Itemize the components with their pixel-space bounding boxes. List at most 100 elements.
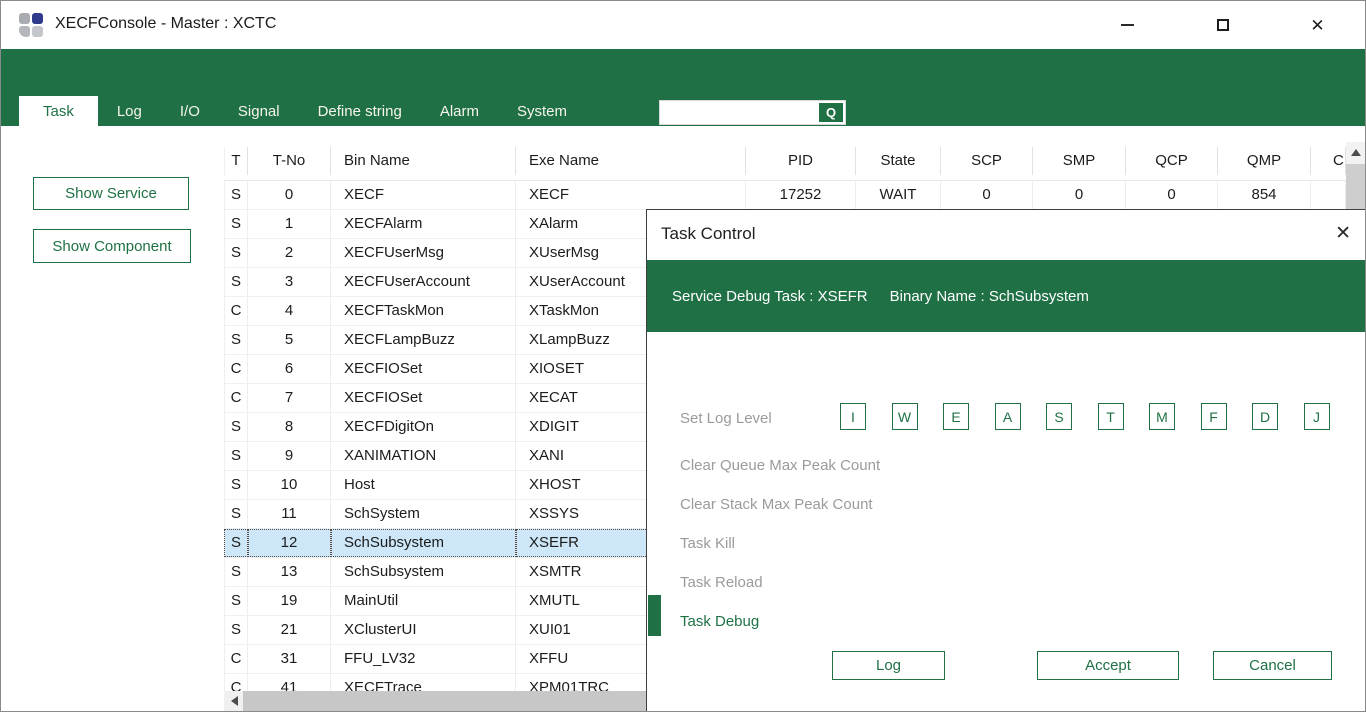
cell-no: 9 [248,442,331,470]
cell-t: C [224,297,248,325]
cell-bin: XECFAlarm [331,210,516,238]
cell-t: S [224,239,248,267]
log-level-button-j[interactable]: J [1304,403,1330,430]
column-header-exe-name[interactable]: Exe Name [516,147,746,175]
cell-bin: SchSystem [331,500,516,528]
cell-t: C [224,384,248,412]
log-level-button-i[interactable]: I [840,403,866,430]
set-log-level-label[interactable]: Set Log Level [680,410,772,427]
cell-no: 0 [248,181,331,209]
column-header-scp[interactable]: SCP [941,147,1033,175]
column-header-t-no[interactable]: T-No [248,147,331,175]
maximize-icon [1217,19,1229,31]
cell-scp: 0 [941,181,1033,209]
cell-bin: XECFLampBuzz [331,326,516,354]
cell-qcp: 0 [1126,181,1218,209]
log-level-button-f[interactable]: F [1201,403,1227,430]
column-header-qcp[interactable]: QCP [1126,147,1218,175]
window-controls: ✕ [1080,1,1365,49]
close-icon: ✕ [1310,17,1324,34]
log-level-button-t[interactable]: T [1098,403,1124,430]
search-input[interactable] [660,101,818,124]
task-control-dialog: Task Control ✕ Service Debug Task : XSEF… [646,209,1366,712]
cell-no: 4 [248,297,331,325]
cell-no: 6 [248,355,331,383]
log-level-button-w[interactable]: W [892,403,918,430]
cell-pid: 17252 [746,181,856,209]
cell-bin: XECFUserAccount [331,268,516,296]
window-title: XECFConsole - Master : XCTC [55,15,276,33]
cell-t: S [224,326,248,354]
log-button[interactable]: Log [832,651,945,680]
cell-bin: MainUtil [331,587,516,615]
cell-no: 19 [248,587,331,615]
cell-state: WAIT [856,181,941,209]
tab-define-string[interactable]: Define string [299,96,421,127]
menu-item-clear-stack-max-peak-count[interactable]: Clear Stack Max Peak Count [680,496,873,513]
cancel-button[interactable]: Cancel [1213,651,1332,680]
dialog-close-icon[interactable]: ✕ [1335,222,1351,245]
tab-signal[interactable]: Signal [219,96,299,127]
dialog-title-bar: Task Control ✕ [647,210,1365,260]
show-component-button[interactable]: Show Component [33,229,191,263]
menu-item-task-debug[interactable]: Task Debug [680,613,759,630]
menu-item-task-reload[interactable]: Task Reload [680,574,763,591]
app-window: XECFConsole - Master : XCTC ✕ TaskLogI/O… [0,0,1366,712]
cell-t: S [224,268,248,296]
horizontal-scroll-thumb[interactable] [243,691,648,712]
cell-no: 2 [248,239,331,267]
column-header-state[interactable]: State [856,147,941,175]
active-menu-indicator [648,595,661,636]
column-header-pid[interactable]: PID [746,147,856,175]
tab-i-o[interactable]: I/O [161,96,219,127]
maximize-button[interactable] [1175,1,1270,49]
menu-item-task-kill[interactable]: Task Kill [680,535,735,552]
table-header-row: TT-NoBin NameExe NamePIDStateSCPSMPQCPQM… [224,147,1346,175]
column-header-qmp[interactable]: QMP [1218,147,1311,175]
cell-qmp: 854 [1218,181,1311,209]
accept-button[interactable]: Accept [1037,651,1179,680]
cell-t: S [224,616,248,644]
cell-no: 21 [248,616,331,644]
tab-log[interactable]: Log [98,96,161,127]
cell-t: C [224,645,248,673]
binary-name-label: Binary Name : SchSubsystem [890,288,1089,305]
cell-bin: XECF [331,181,516,209]
log-level-button-a[interactable]: A [995,403,1021,430]
table-row[interactable]: S0XECFXECF17252WAIT000854 [224,181,1346,210]
log-level-button-d[interactable]: D [1252,403,1278,430]
cell-bin: XECFTaskMon [331,297,516,325]
cell-t: S [224,558,248,586]
column-header-t[interactable]: T [224,147,248,175]
minimize-icon [1121,24,1134,26]
column-header-bin-name[interactable]: Bin Name [331,147,516,175]
cell-t: S [224,413,248,441]
search-button[interactable]: Q [818,102,844,123]
cell-bin: XECFIOSet [331,355,516,383]
cell-bin: XECFUserMsg [331,239,516,267]
column-header-c[interactable]: C [1311,147,1346,175]
log-level-button-s[interactable]: S [1046,403,1072,430]
cell-exe: XECF [516,181,746,209]
close-button[interactable]: ✕ [1270,1,1365,49]
cell-no: 13 [248,558,331,586]
dialog-banner: Service Debug Task : XSEFR Binary Name :… [647,260,1365,332]
cell-t: S [224,529,248,557]
minimize-button[interactable] [1080,1,1175,49]
cell-bin: XECFDigitOn [331,413,516,441]
column-header-smp[interactable]: SMP [1033,147,1126,175]
cell-bin: XANIMATION [331,442,516,470]
log-level-button-m[interactable]: M [1149,403,1175,430]
cell-no: 11 [248,500,331,528]
tab-task[interactable]: Task [19,96,98,127]
cell-no: 3 [248,268,331,296]
tab-system[interactable]: System [498,96,586,127]
tab-alarm[interactable]: Alarm [421,96,498,127]
search-icon: Q [826,105,836,120]
log-level-buttons: IWEASTMFDJ [840,403,1330,430]
menu-item-clear-queue-max-peak-count[interactable]: Clear Queue Max Peak Count [680,457,880,474]
log-level-button-e[interactable]: E [943,403,969,430]
tab-bar: TaskLogI/OSignalDefine stringAlarmSystem… [1,49,1365,126]
show-service-button[interactable]: Show Service [33,177,189,210]
cell-bin: SchSubsystem [331,558,516,586]
